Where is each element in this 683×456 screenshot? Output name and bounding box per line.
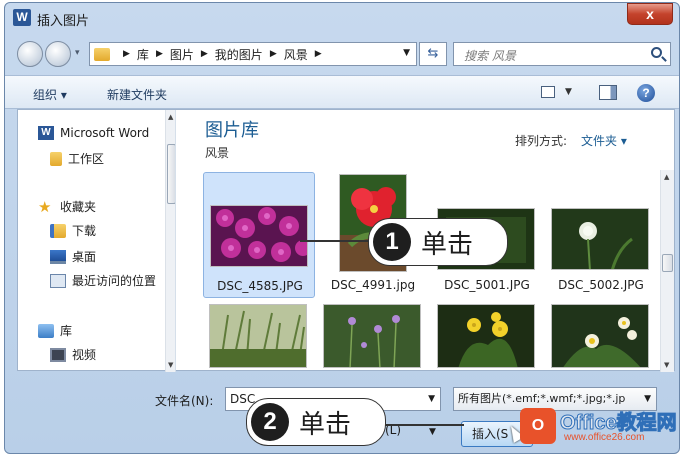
sidebar-item-workspace[interactable]: 工作区 [50, 150, 104, 167]
folder-icon [50, 151, 62, 166]
chevron-right-icon[interactable]: ▶ [270, 49, 277, 59]
address-dropdown-icon[interactable]: ▼ [403, 48, 410, 58]
office-logo-icon: O [520, 408, 556, 444]
scroll-down-icon[interactable]: ▼ [664, 361, 669, 369]
sidebar-item-label: 视频 [72, 348, 97, 362]
scroll-up-icon[interactable]: ▲ [664, 173, 669, 181]
file-thumbnail [323, 304, 421, 368]
recent-places-icon [50, 273, 66, 288]
sidebar-item-label: 下载 [72, 224, 97, 238]
sidebar-item-recent-places[interactable]: 最近访问的位置 [50, 272, 156, 289]
sidebar-item-videos[interactable]: 视频 [50, 346, 96, 363]
search-icon[interactable] [651, 47, 662, 58]
address-row: ▾ ▶ 库 ▶ 图片 ▶ 我的图片 ▶ 风景 ▶ ▼ ⇆ 搜索 风景 [5, 37, 679, 69]
scrollbar-thumb[interactable] [167, 144, 175, 204]
callout-text: 单击 [299, 409, 352, 440]
navigation-scrollbar[interactable]: ▲ ▼ [165, 110, 175, 372]
tools-dropdown-icon[interactable]: ▼ [429, 427, 436, 437]
library-icon [38, 323, 54, 338]
word-icon: W [38, 126, 54, 140]
word-app-icon: W [13, 9, 31, 26]
chevron-right-icon[interactable]: ▶ [201, 49, 208, 59]
breadcrumb-item[interactable]: 库 [137, 46, 149, 63]
search-placeholder: 搜索 风景 [464, 49, 516, 63]
callout-text: 单击 [421, 229, 474, 260]
chevron-right-icon[interactable]: ▶ [315, 49, 322, 59]
star-icon: ★ [38, 197, 52, 216]
watermark-url: www.office26.com [564, 432, 645, 443]
view-dropdown-icon[interactable]: ▼ [565, 87, 572, 97]
scrollbar-thumb[interactable] [662, 254, 673, 272]
sidebar-item-label: 工作区 [68, 152, 105, 166]
tools-button[interactable]: (L) [385, 423, 451, 447]
sidebar-item-favorites[interactable]: ★ 收藏夹 [38, 198, 96, 215]
callout-step-1: 1 单击 [368, 218, 508, 266]
sidebar-item-word[interactable]: W Microsoft Word [38, 126, 149, 140]
site-watermark: O Office教程网 www.office26.com [520, 404, 680, 450]
sidebar-item-desktop[interactable]: 桌面 [50, 248, 96, 265]
library-title: 图片库 [205, 120, 259, 141]
sidebar-item-label: Microsoft Word [60, 126, 150, 140]
refresh-icon[interactable]: ⇆ [419, 42, 447, 66]
desktop-icon [50, 249, 66, 264]
video-icon [50, 347, 66, 362]
filename-label: 文件名(N): [155, 394, 214, 408]
close-button[interactable]: x [627, 3, 673, 25]
navigation-pane: W Microsoft Word 工作区 ★ 收藏夹 下载 桌面 最近访问的位置… [18, 110, 176, 372]
file-thumbnail [210, 205, 308, 267]
arrange-by-dropdown[interactable]: 文件夹 ▾ [581, 132, 627, 149]
callout-step-2: 2 单击 [246, 398, 386, 446]
file-thumbnail [551, 208, 649, 270]
sidebar-item-label: 库 [60, 324, 73, 338]
folder-icon [94, 47, 110, 61]
arrange-by-label: 排列方式: [515, 134, 568, 148]
back-button[interactable] [17, 41, 43, 67]
help-icon[interactable]: ? [637, 84, 655, 102]
file-name: DSC_4585.JPG [217, 279, 303, 293]
sidebar-item-label: 桌面 [72, 250, 97, 264]
file-name: DSC_4991.jpg [330, 278, 416, 292]
callout-leader-line [300, 240, 370, 242]
breadcrumb-item[interactable]: 我的图片 [215, 46, 263, 63]
downloads-icon [50, 223, 66, 238]
file-name: DSC_5001.JPG [444, 278, 530, 292]
new-folder-button[interactable]: 新建文件夹 [107, 86, 167, 103]
preview-pane-icon[interactable] [599, 85, 617, 100]
file-thumbnail [209, 304, 307, 368]
watermark-text: Office教程网 [560, 412, 678, 435]
forward-button[interactable] [45, 41, 71, 67]
file-tile[interactable]: DSC_5002.JPG [545, 172, 657, 298]
insert-picture-dialog: W 插入图片 x ▾ ▶ 库 ▶ 图片 ▶ 我的图片 ▶ 风景 ▶ ▼ ⇆ 搜索… [4, 2, 680, 454]
callout-leader-line [384, 424, 464, 426]
file-thumbnail [551, 304, 649, 368]
file-list-scrollbar[interactable]: ▲ ▼ [660, 170, 674, 372]
file-tile[interactable]: DSC_4585.JPG [203, 172, 315, 298]
title-bar: W 插入图片 x [5, 3, 679, 33]
library-subtitle: 风景 [205, 146, 230, 160]
filename-dropdown-icon[interactable]: ▼ [428, 388, 435, 410]
chevron-right-icon[interactable]: ▶ [123, 49, 130, 59]
scroll-down-icon[interactable]: ▼ [168, 361, 173, 369]
recent-pages-chevron-icon[interactable]: ▾ [75, 48, 80, 58]
callout-number: 1 [373, 223, 411, 261]
change-view-icon[interactable] [541, 86, 555, 98]
sidebar-item-downloads[interactable]: 下载 [50, 222, 96, 239]
command-bar: 组织 ▾ 新建文件夹 ▼ ? [5, 75, 679, 109]
callout-number: 2 [251, 403, 289, 441]
dialog-title: 插入图片 [37, 14, 90, 29]
file-name: DSC_5002.JPG [558, 278, 644, 292]
breadcrumb-item[interactable]: 图片 [170, 46, 194, 63]
chevron-right-icon[interactable]: ▶ [156, 49, 163, 59]
organize-button[interactable]: 组织 ▾ [33, 86, 67, 103]
breadcrumb[interactable]: ▶ 库 ▶ 图片 ▶ 我的图片 ▶ 风景 ▶ ▼ [89, 42, 417, 66]
search-input[interactable]: 搜索 风景 [453, 42, 671, 66]
sidebar-item-library[interactable]: 库 [38, 322, 72, 339]
sidebar-item-label: 最近访问的位置 [72, 274, 157, 288]
file-thumbnail [437, 304, 535, 368]
scroll-up-icon[interactable]: ▲ [168, 113, 173, 121]
sidebar-item-label: 收藏夹 [60, 200, 97, 214]
breadcrumb-item[interactable]: 风景 [284, 46, 308, 63]
